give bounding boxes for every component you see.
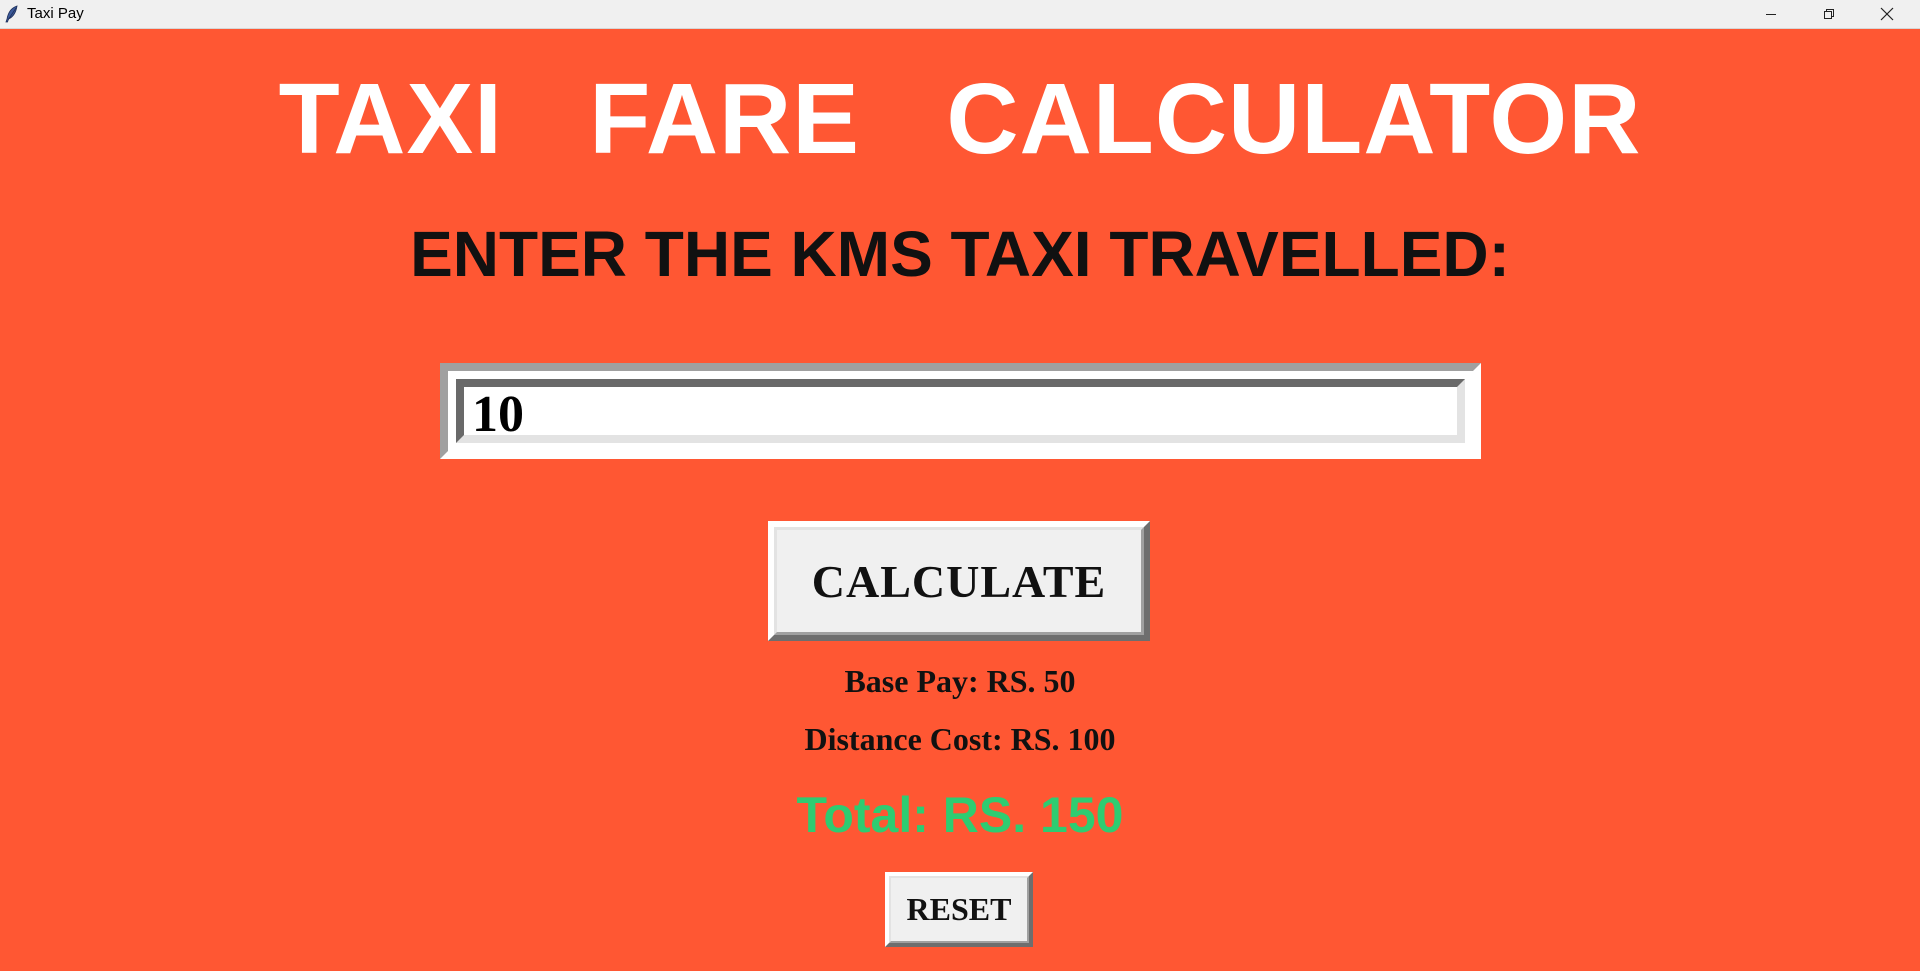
window-title: Taxi Pay: [27, 5, 84, 22]
km-input[interactable]: 10: [440, 363, 1481, 459]
feather-icon: [5, 5, 19, 23]
window-title-bar: Taxi Pay: [0, 0, 1920, 29]
base-pay-text: Base Pay: RS. 50: [844, 663, 1076, 699]
close-button[interactable]: [1858, 0, 1916, 28]
km-prompt-label: ENTER THE KMS TAXI TRAVELLED:: [410, 218, 1510, 290]
distance-cost-text: Distance Cost: RS. 100: [804, 721, 1116, 757]
restore-icon: [1823, 8, 1835, 20]
restore-button[interactable]: [1800, 0, 1858, 28]
calculate-button-label: CALCULATE: [811, 555, 1107, 607]
minimize-icon: [1765, 8, 1777, 20]
calculate-button[interactable]: CALCULATE: [768, 521, 1150, 641]
reset-button-label: RESET: [906, 891, 1012, 927]
app-content: TAXI FARE CALCULATOR ENTER THE KMS TAXI …: [0, 29, 1920, 971]
page-title: TAXI FARE CALCULATOR: [278, 63, 1642, 175]
minimize-button[interactable]: [1742, 0, 1800, 28]
km-input-value: 10: [472, 386, 524, 443]
reset-button[interactable]: RESET: [885, 872, 1033, 947]
km-input-field[interactable]: 10: [456, 379, 1465, 443]
close-icon: [1880, 7, 1894, 21]
total-text: Total: RS. 150: [796, 787, 1124, 843]
